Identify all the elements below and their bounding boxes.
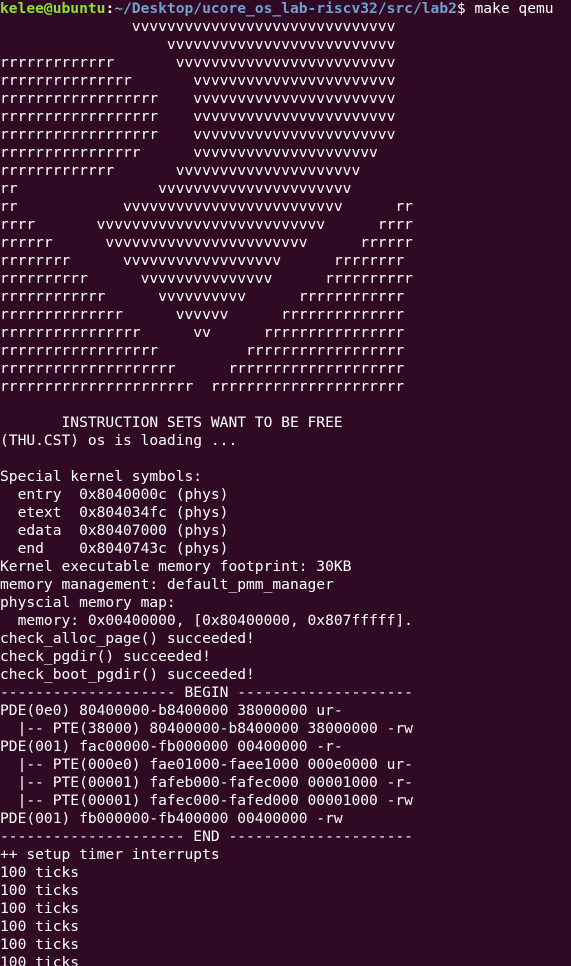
output-line: 100 ticks [0,954,80,966]
output-line: |-- PTE(00001) fafec000-fafed000 0000100… [0,792,413,809]
output-line: rrrrrrrrrr vvvvvvvvvvvvvvv rrrrrrrrrr [0,270,413,287]
output-line: rrrrrrrrrrrrrrrrrrrr rrrrrrrrrrrrrrrrrrr… [0,360,405,377]
output-line: Kernel executable memory footprint: 30KB [0,558,352,575]
output-line: rrrrrrrrrrrrr vvvvvvvvvvvvvvvvvvvvv [0,162,361,179]
output-line: physcial memory map: [0,594,176,611]
prompt-dollar: $ [456,0,466,17]
output-line: rr vvvvvvvvvvvvvvvvvvvvvvvvv rr [0,198,413,215]
output-line: ++ setup timer interrupts [0,846,220,863]
prompt-command: make qemu [465,0,554,17]
output-line: rrrrrrrrrrrrrr vvvvvv rrrrrrrrrrrrrr [0,306,405,323]
output-line: vvvvvvvvvvvvvvvvvvvvvvvvvv [0,36,396,53]
output-line: |-- PTE(00001) fafeb000-fafec000 0000100… [0,774,413,791]
output-line: PDE(001) fb000000-fb400000 00400000 -rw [0,810,343,827]
output-line: PDE(001) fac00000-fb000000 00400000 -r- [0,738,343,755]
output-line: Special kernel symbols: [0,468,203,485]
output-line: 100 ticks [0,936,80,953]
output-line: rrrrrrrrrrrrrrrrrr vvvvvvvvvvvvvvvvvvvvv… [0,126,396,143]
output-line: edata 0x80407000 (phys) [0,522,229,539]
output-line: check_alloc_page() succeeded! [0,630,255,647]
output-line: rr vvvvvvvvvvvvvvvvvvvvvv [0,180,352,197]
output-line: vvvvvvvvvvvvvvvvvvvvvvvvvvvvvv [0,18,396,35]
output-line: 100 ticks [0,900,80,917]
output-line: |-- PTE(000e0) fae01000-faee1000 000e000… [0,756,413,773]
terminal-window[interactable]: kelee@ubuntu:~/Desktop/ucore_os_lab-risc… [0,0,571,966]
output-line: (THU.CST) os is loading ... [0,432,238,449]
output-line: -------------------- BEGIN -------------… [0,684,413,701]
output-line: rrrr vvvvvvvvvvvvvvvvvvvvvvvvvv rrrr [0,216,413,233]
output-line: --------------------- END --------------… [0,828,413,845]
output-line: memory: 0x00400000, [0x80400000, 0x807ff… [0,612,413,629]
prompt-path: ~/Desktop/ucore_os_lab-riscv32/src/lab2 [114,0,457,17]
output-line: check_pgdir() succeeded! [0,648,211,665]
output-line: rrrrrrrrrrrr vvvvvvvvvv rrrrrrrrrrrr [0,288,405,305]
output-line: rrrrrr vvvvvvvvvvvvvvvvvvvvvvv rrrrrr [0,234,413,251]
output-line: |-- PTE(38000) 80400000-b8400000 3800000… [0,720,413,737]
output-line: rrrrrrrrrrrrrrrrrr rrrrrrrrrrrrrrrrrr [0,342,405,359]
output-line: rrrrrrrrrrrrrrrrrr vvvvvvvvvvvvvvvvvvvvv… [0,108,396,125]
output-line: rrrrrrrrrrrrr vvvvvvvvvvvvvvvvvvvvvvvvv [0,54,396,71]
output-line: rrrrrrrr vvvvvvvvvvvvvvvvvv rrrrrrrr [0,252,405,269]
output-line: rrrrrrrrrrrrrrrrrrrrrr rrrrrrrrrrrrrrrrr… [0,378,405,395]
output-line: memory management: default_pmm_manager [0,576,334,593]
output-line: check_boot_pgdir() succeeded! [0,666,255,683]
prompt-user-host: kelee@ubuntu [0,0,106,17]
output-line: etext 0x804034fc (phys) [0,504,229,521]
output-line: rrrrrrrrrrrrrrrr vvvvvvvvvvvvvvvvvvvvv [0,144,378,161]
output-line: 100 ticks [0,882,80,899]
output-line: rrrrrrrrrrrrrrrrrr vvvvvvvvvvvvvvvvvvvvv… [0,90,396,107]
output-line: entry 0x8040000c (phys) [0,486,229,503]
output-line: 100 ticks [0,864,80,881]
output-line: end 0x8040743c (phys) [0,540,229,557]
shell-prompt: kelee@ubuntu:~/Desktop/ucore_os_lab-risc… [0,0,554,18]
output-line: rrrrrrrrrrrrrrrr vv rrrrrrrrrrrrrrrr [0,324,405,341]
output-line: INSTRUCTION SETS WANT TO BE FREE [0,414,343,431]
output-line: PDE(0e0) 80400000-b8400000 38000000 ur- [0,702,343,719]
output-line: 100 ticks [0,918,80,935]
output-line: rrrrrrrrrrrrrrr vvvvvvvvvvvvvvvvvvvvvvv [0,72,396,89]
terminal-output: vvvvvvvvvvvvvvvvvvvvvvvvvvvvvv vvvvvvvvv… [0,18,413,966]
prompt-separator: : [105,0,115,17]
